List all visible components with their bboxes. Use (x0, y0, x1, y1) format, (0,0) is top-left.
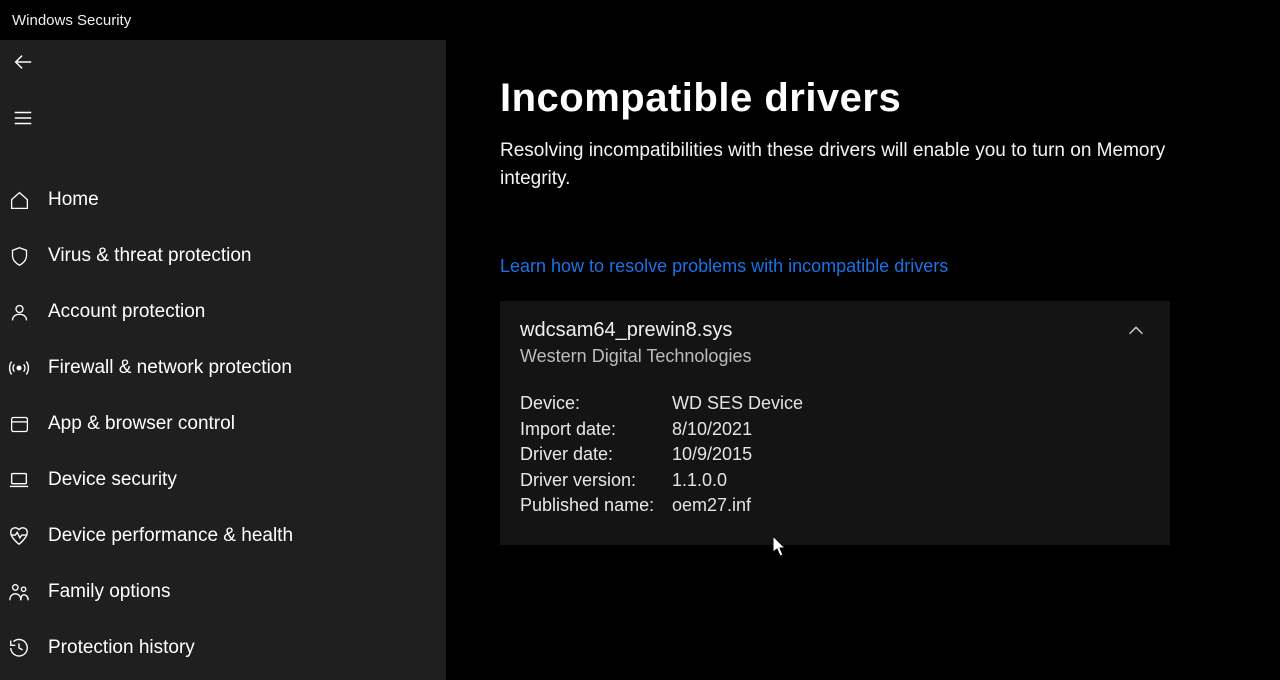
driver-filename: wdcsam64_prewin8.sys (520, 319, 1150, 342)
sidebar-item-label: Family options (48, 581, 171, 603)
antenna-icon (6, 355, 32, 381)
detail-label: Driver version: (520, 468, 672, 494)
sidebar: Home Virus & threat protection Account p… (0, 40, 446, 680)
sidebar-item-home[interactable]: Home (0, 172, 446, 228)
history-icon (6, 635, 32, 661)
detail-row-driver-date: Driver date: 10/9/2015 (520, 442, 1150, 468)
sidebar-item-family[interactable]: Family options (0, 564, 446, 620)
detail-row-device: Device: WD SES Device (520, 391, 1150, 417)
page-description: Resolving incompatibilities with these d… (500, 137, 1200, 192)
detail-row-published-name: Published name: oem27.inf (520, 493, 1150, 519)
chevron-up-icon (1125, 320, 1147, 347)
sidebar-item-history[interactable]: Protection history (0, 620, 446, 676)
detail-row-import-date: Import date: 8/10/2021 (520, 417, 1150, 443)
page-title: Incompatible drivers (500, 76, 1226, 121)
window-title: Windows Security (12, 12, 131, 29)
collapse-button[interactable] (1122, 319, 1150, 347)
arrow-left-icon (12, 51, 34, 78)
menu-icon (12, 107, 34, 134)
sidebar-item-device-security[interactable]: Device security (0, 452, 446, 508)
detail-value: 1.1.0.0 (672, 468, 727, 494)
learn-more-link[interactable]: Learn how to resolve problems with incom… (500, 256, 948, 277)
sidebar-item-label: Home (48, 189, 99, 211)
detail-label: Driver date: (520, 442, 672, 468)
sidebar-item-label: Device performance & health (48, 525, 293, 547)
sidebar-item-label: App & browser control (48, 413, 235, 435)
sidebar-item-label: Firewall & network protection (48, 357, 292, 379)
detail-label: Published name: (520, 493, 672, 519)
driver-card: wdcsam64_prewin8.sys Western Digital Tec… (500, 301, 1170, 545)
detail-row-driver-version: Driver version: 1.1.0.0 (520, 468, 1150, 494)
sidebar-item-label: Account protection (48, 301, 205, 323)
driver-vendor: Western Digital Technologies (520, 346, 1150, 367)
detail-label: Import date: (520, 417, 672, 443)
detail-value: oem27.inf (672, 493, 751, 519)
detail-value: 10/9/2015 (672, 442, 752, 468)
title-bar: Windows Security (0, 0, 1280, 40)
sidebar-item-performance[interactable]: Device performance & health (0, 508, 446, 564)
content-area: Incompatible drivers Resolving incompati… (446, 40, 1280, 680)
sidebar-item-app-browser[interactable]: App & browser control (0, 396, 446, 452)
shield-icon (6, 243, 32, 269)
hamburger-button[interactable] (2, 100, 42, 140)
detail-label: Device: (520, 391, 672, 417)
detail-value: WD SES Device (672, 391, 803, 417)
driver-details: Device: WD SES Device Import date: 8/10/… (520, 391, 1150, 519)
app-icon (6, 411, 32, 437)
home-icon (6, 187, 32, 213)
sidebar-item-label: Virus & threat protection (48, 245, 251, 267)
back-button[interactable] (2, 44, 42, 84)
sidebar-item-label: Device security (48, 469, 177, 491)
sidebar-item-account[interactable]: Account protection (0, 284, 446, 340)
laptop-icon (6, 467, 32, 493)
family-icon (6, 579, 32, 605)
heart-icon (6, 523, 32, 549)
sidebar-item-firewall[interactable]: Firewall & network protection (0, 340, 446, 396)
sidebar-item-label: Protection history (48, 637, 195, 659)
detail-value: 8/10/2021 (672, 417, 752, 443)
person-icon (6, 299, 32, 325)
sidebar-item-virus[interactable]: Virus & threat protection (0, 228, 446, 284)
